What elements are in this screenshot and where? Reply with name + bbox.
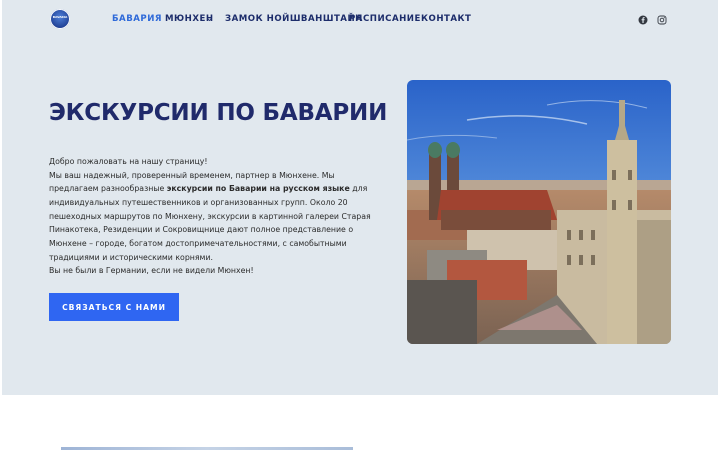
hero-description: Добро пожаловать на нашу страницу! Мы ва… bbox=[49, 155, 379, 278]
body-highlight: экскурсии по Баварии на русском языке bbox=[166, 184, 350, 194]
logo-text: BAVARIA bbox=[52, 15, 68, 19]
contact-us-button[interactable]: СВЯЗАТЬСЯ С НАМИ bbox=[49, 293, 179, 321]
munich-cityscape-photo bbox=[407, 80, 671, 344]
nav-item-bavaria[interactable]: БАВАРИЯ bbox=[112, 14, 162, 24]
facebook-icon[interactable] bbox=[638, 15, 648, 25]
site-logo[interactable] bbox=[50, 9, 70, 29]
body-text: Мы ваш надежный, проверенный временем, п… bbox=[49, 170, 371, 262]
nav-item-schedule[interactable]: РАСПИСАНИЕ bbox=[349, 14, 421, 24]
nav-item-contact[interactable]: КОНТАКТ bbox=[421, 14, 471, 24]
hero-title: ЭКСКУРСИИ ПО БАВАРИИ bbox=[49, 100, 388, 126]
nav-item-neuschwanstein[interactable]: ЗАМОК НОЙШВАНШТАЙН bbox=[225, 14, 363, 24]
instagram-icon[interactable] bbox=[657, 15, 667, 25]
closing-text: Вы не были в Германии, если не видели Мю… bbox=[49, 266, 254, 276]
intro-text: Добро пожаловать на нашу страницу! bbox=[49, 157, 208, 166]
chevron-down-icon[interactable] bbox=[207, 17, 212, 22]
